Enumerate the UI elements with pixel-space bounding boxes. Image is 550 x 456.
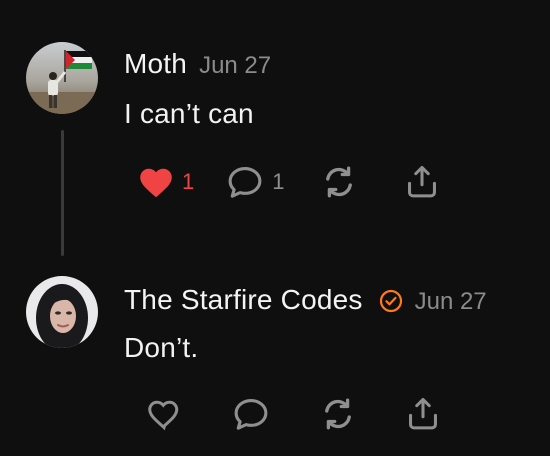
- like-button[interactable]: 1: [138, 165, 194, 199]
- author-name[interactable]: Moth: [124, 48, 187, 80]
- post-starfire: The Starfire Codes Jun 27 Don’t.: [0, 260, 550, 456]
- repost-button[interactable]: [320, 396, 356, 432]
- post-date: Jun 27: [414, 288, 487, 315]
- post-header: Moth Jun 27: [124, 48, 271, 80]
- post-date: Jun 27: [199, 52, 272, 79]
- heart-icon: [146, 397, 182, 431]
- share-button[interactable]: [406, 396, 440, 432]
- post-actions: [146, 396, 440, 432]
- verified-icon: [379, 289, 403, 313]
- post-actions: 1 1: [138, 164, 439, 200]
- post-text: Don’t.: [124, 332, 199, 363]
- thread-line: [61, 130, 64, 256]
- avatar-starfire[interactable]: [26, 276, 98, 348]
- post-text: I can’t can: [124, 98, 254, 129]
- comment-icon: [232, 397, 270, 431]
- repost-icon: [321, 164, 357, 200]
- share-icon: [406, 396, 440, 432]
- comment-count: 1: [272, 169, 285, 194]
- post-header: The Starfire Codes Jun 27: [124, 284, 487, 316]
- comment-icon: [226, 165, 264, 199]
- share-button[interactable]: [405, 164, 439, 200]
- post-moth: Moth Jun 27 I can’t can 1 1: [0, 0, 550, 260]
- like-button[interactable]: [146, 397, 182, 431]
- heart-icon: [138, 165, 174, 199]
- comment-button[interactable]: [232, 397, 270, 431]
- repost-button[interactable]: [321, 164, 357, 200]
- repost-icon: [320, 396, 356, 432]
- like-count: 1: [182, 169, 195, 194]
- comment-button[interactable]: 1: [226, 165, 285, 199]
- author-name[interactable]: The Starfire Codes: [124, 284, 363, 316]
- share-icon: [405, 164, 439, 200]
- avatar-moth[interactable]: [26, 42, 98, 114]
